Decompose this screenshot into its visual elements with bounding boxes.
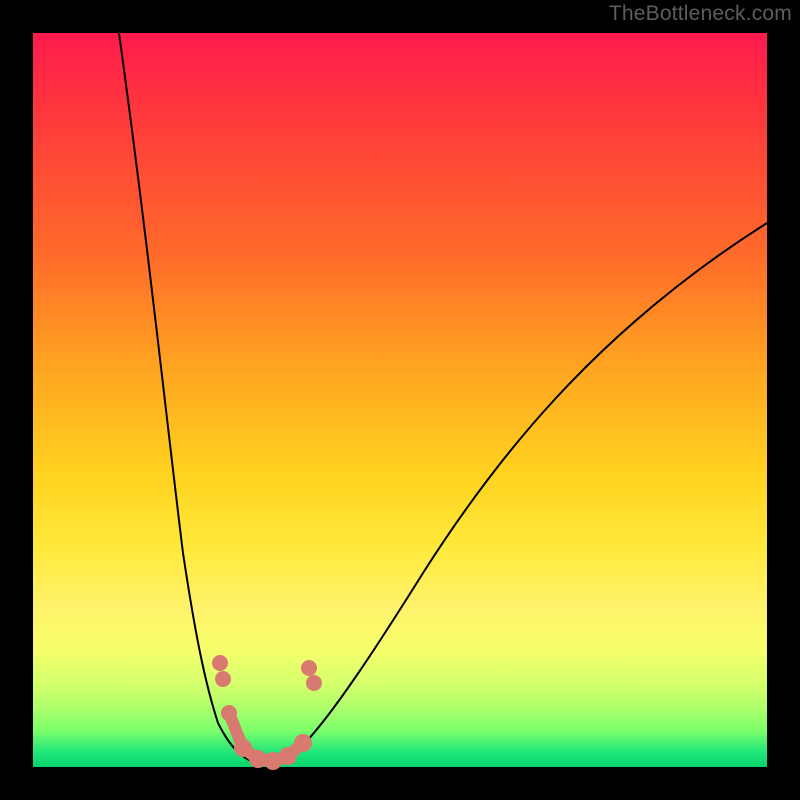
marker-dot xyxy=(294,734,312,752)
right-curve xyxy=(265,223,767,763)
marker-dot xyxy=(221,705,237,721)
marker-dot xyxy=(306,675,322,691)
left-curve xyxy=(119,33,265,763)
marker-dot xyxy=(215,671,231,687)
marker-dot xyxy=(279,747,297,765)
curve-layer xyxy=(33,33,767,767)
plot-area xyxy=(33,33,767,767)
chart-frame: TheBottleneck.com xyxy=(0,0,800,800)
marker-dot xyxy=(234,739,252,757)
marker-dot xyxy=(212,655,228,671)
marker-dots xyxy=(212,655,322,770)
watermark-text: TheBottleneck.com xyxy=(609,2,792,26)
marker-dot xyxy=(301,660,317,676)
